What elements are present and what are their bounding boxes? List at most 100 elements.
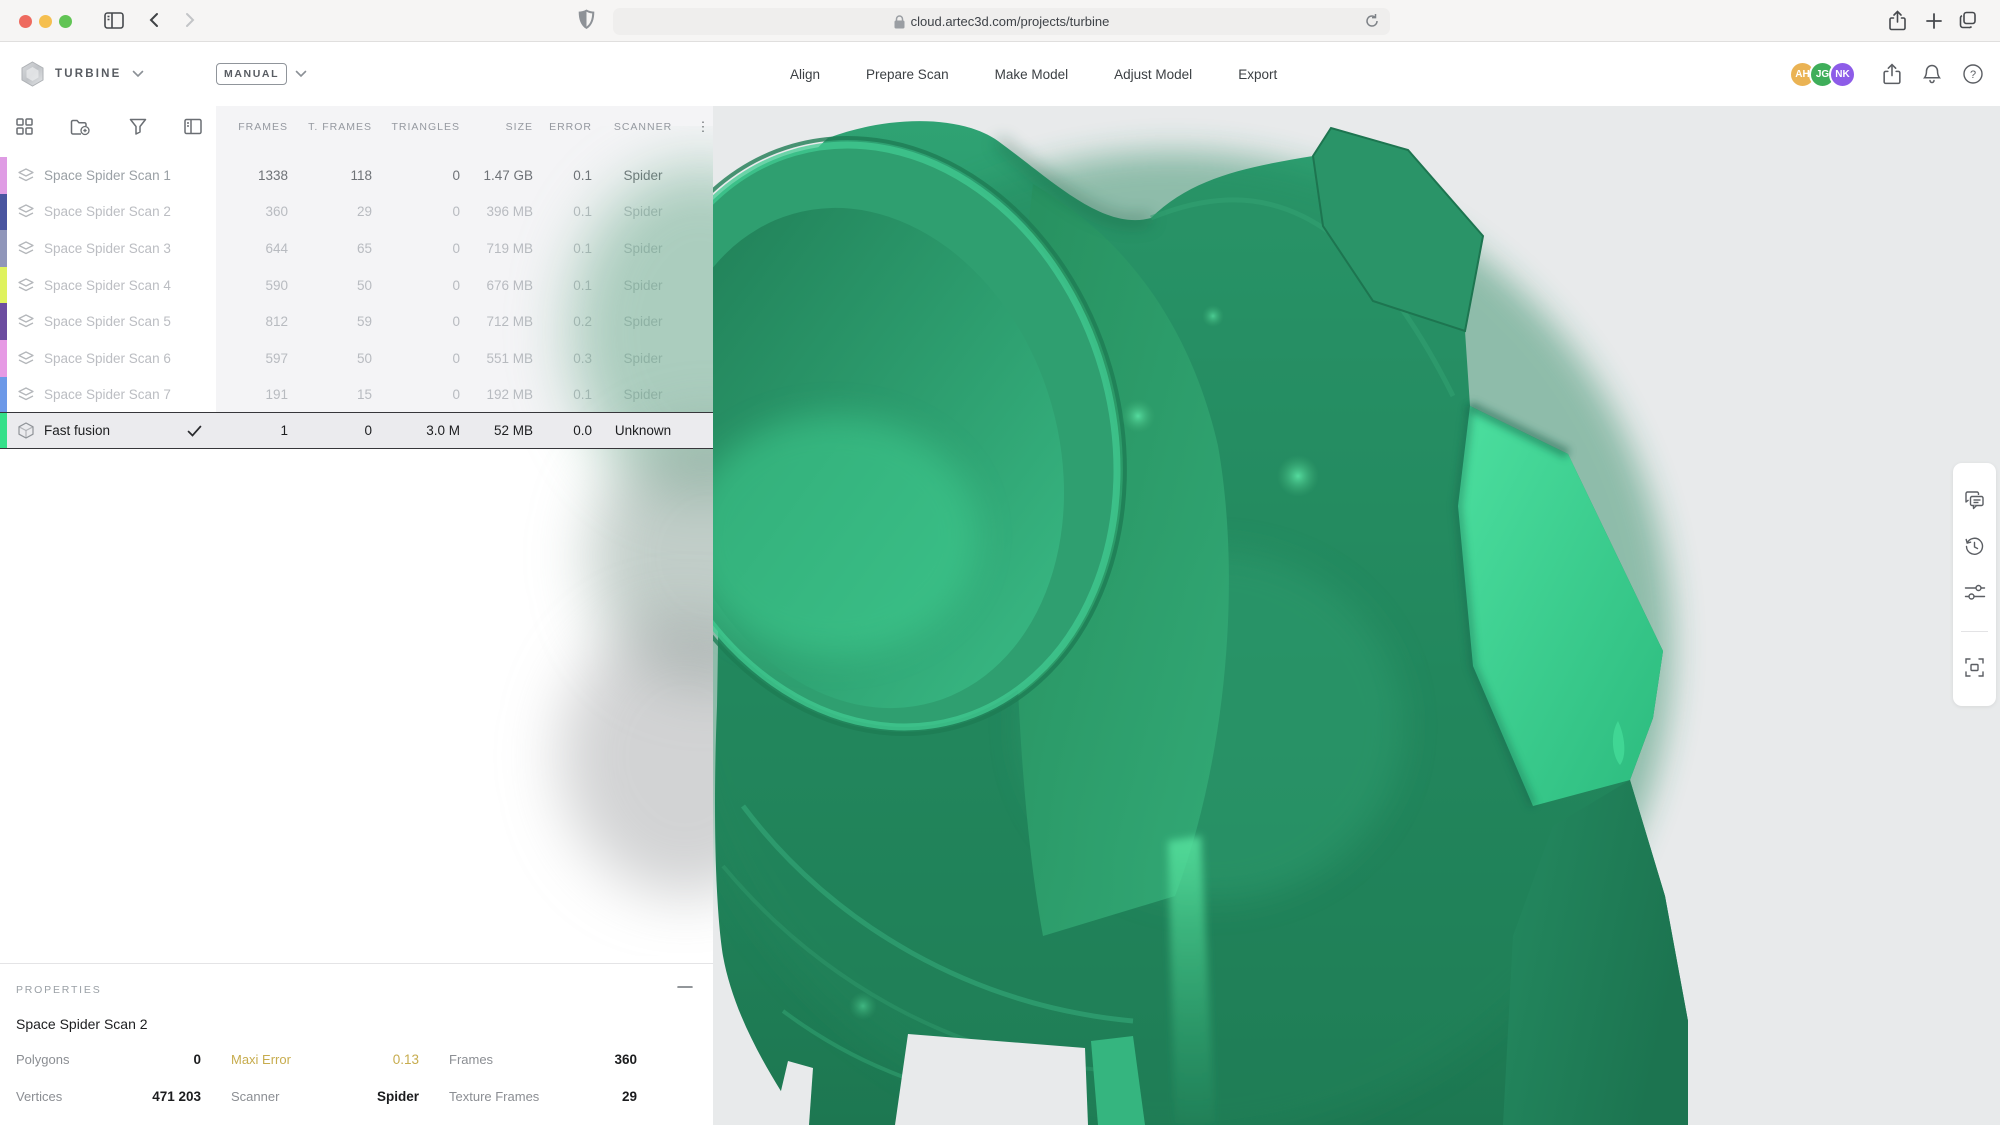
column-t-frames[interactable]: T. FRAMES bbox=[288, 121, 372, 133]
notifications-bell-icon[interactable] bbox=[1922, 63, 1942, 85]
window-zoom-button[interactable] bbox=[59, 15, 72, 28]
property-texture-frames: Texture Frames29 bbox=[449, 1089, 637, 1125]
table-row[interactable]: Space Spider Scan 6 597 50 0 551 MB 0.3 … bbox=[0, 340, 713, 377]
app-header-right: AH JG NK ? bbox=[1789, 42, 1984, 106]
panel-layout-icon[interactable] bbox=[184, 118, 202, 140]
history-icon[interactable] bbox=[1953, 529, 1996, 563]
cell-t-frames: 29 bbox=[288, 204, 372, 219]
menu-align[interactable]: Align bbox=[790, 67, 820, 82]
new-tab-icon[interactable] bbox=[1926, 13, 1942, 34]
cell-triangles: 0 bbox=[372, 278, 460, 293]
back-button[interactable] bbox=[148, 10, 160, 35]
scan-name: Space Spider Scan 7 bbox=[44, 387, 172, 402]
mode-selector[interactable]: MANUAL bbox=[216, 42, 307, 106]
property-vertices: Vertices471 203 bbox=[16, 1089, 201, 1125]
layers-icon bbox=[7, 168, 44, 183]
column-error[interactable]: ERROR bbox=[533, 121, 592, 133]
cell-t-frames: 65 bbox=[288, 241, 372, 256]
reload-icon[interactable] bbox=[1364, 13, 1380, 32]
cell-frames: 191 bbox=[216, 387, 288, 402]
cell-frames: 597 bbox=[216, 351, 288, 366]
help-icon[interactable]: ? bbox=[1962, 63, 1984, 85]
avatar[interactable]: NK bbox=[1829, 61, 1856, 88]
table-row[interactable]: Space Spider Scan 4 590 50 0 676 MB 0.1 … bbox=[0, 267, 713, 304]
column-triangles[interactable]: TRIANGLES bbox=[372, 121, 460, 133]
cell-t-frames: 0 bbox=[288, 423, 372, 438]
scan-name: Space Spider Scan 4 bbox=[44, 278, 172, 293]
privacy-shield-icon[interactable] bbox=[578, 9, 595, 35]
column-options-icon[interactable]: ⋮ bbox=[694, 119, 713, 135]
cell-scanner: Spider bbox=[592, 314, 694, 329]
forward-button[interactable] bbox=[184, 10, 196, 35]
filter-icon[interactable] bbox=[129, 118, 147, 140]
visibility-check-icon[interactable] bbox=[172, 425, 216, 437]
cell-triangles: 0 bbox=[372, 168, 460, 183]
collapse-panel-button[interactable] bbox=[677, 980, 693, 994]
address-bar[interactable]: cloud.artec3d.com/projects/turbine bbox=[613, 8, 1390, 35]
scan-name: Space Spider Scan 6 bbox=[44, 351, 172, 366]
share-project-icon[interactable] bbox=[1882, 63, 1902, 86]
cell-size: 551 MB bbox=[460, 351, 533, 366]
model-viewport[interactable] bbox=[713, 106, 2000, 1125]
chevron-down-icon bbox=[132, 70, 144, 78]
property-scanner: ScannerSpider bbox=[231, 1089, 419, 1125]
cell-triangles: 0 bbox=[372, 204, 460, 219]
properties-label: PROPERTIES bbox=[16, 984, 102, 996]
comments-icon[interactable] bbox=[1953, 483, 1996, 517]
menu-export[interactable]: Export bbox=[1238, 67, 1277, 82]
cell-scanner: Spider bbox=[592, 351, 694, 366]
property-maxi-error: Maxi Error0.13 bbox=[231, 1052, 419, 1089]
grid-view-icon[interactable] bbox=[16, 118, 33, 140]
project-logo-icon bbox=[20, 61, 45, 87]
scan-name: Space Spider Scan 1 bbox=[44, 168, 172, 183]
table-row[interactable]: Space Spider Scan 1 1338 118 0 1.47 GB 0… bbox=[0, 157, 713, 194]
cell-triangles: 0 bbox=[372, 314, 460, 329]
project-switcher[interactable]: TURBINE bbox=[20, 42, 144, 106]
toolbar-divider bbox=[1961, 631, 1988, 632]
menu-prepare-scan[interactable]: Prepare Scan bbox=[866, 67, 949, 82]
properties-panel: PROPERTIES Space Spider Scan 2 Polygons0… bbox=[0, 963, 713, 1125]
table-row[interactable]: Space Spider Scan 2 360 29 0 396 MB 0.1 … bbox=[0, 194, 713, 231]
table-row-selected[interactable]: Fast fusion 1 0 3.0 M 52 MB 0.0 Unknown bbox=[0, 412, 713, 449]
chevron-down-icon bbox=[295, 70, 307, 78]
share-icon[interactable] bbox=[1888, 10, 1907, 37]
table-row[interactable]: Space Spider Scan 7 191 15 0 192 MB 0.1 … bbox=[0, 377, 713, 414]
table-row[interactable]: Space Spider Scan 5 812 59 0 712 MB 0.2 … bbox=[0, 303, 713, 340]
menu-adjust-model[interactable]: Adjust Model bbox=[1114, 67, 1192, 82]
fit-view-icon[interactable] bbox=[1953, 650, 1996, 684]
cell-triangles: 0 bbox=[372, 387, 460, 402]
layers-icon bbox=[7, 351, 44, 366]
scan-color-bar bbox=[0, 157, 7, 194]
table-row[interactable]: Space Spider Scan 3 644 65 0 719 MB 0.1 … bbox=[0, 230, 713, 267]
scan-color-bar bbox=[0, 194, 7, 231]
cell-size: 192 MB bbox=[460, 387, 533, 402]
add-folder-icon[interactable] bbox=[70, 118, 90, 141]
window-minimize-button[interactable] bbox=[39, 15, 52, 28]
layers-icon bbox=[7, 241, 44, 256]
cell-error: 0.1 bbox=[533, 387, 592, 402]
cell-size: 52 MB bbox=[460, 423, 533, 438]
scan-color-bar bbox=[0, 377, 7, 414]
render-settings-icon[interactable] bbox=[1953, 575, 1996, 609]
cell-frames: 1338 bbox=[216, 168, 288, 183]
main-menu: Align Prepare Scan Make Model Adjust Mod… bbox=[790, 42, 1277, 106]
column-size[interactable]: SIZE bbox=[460, 121, 533, 133]
tab-overview-icon[interactable] bbox=[1958, 10, 1978, 35]
scan-color-bar bbox=[0, 267, 7, 304]
svg-text:?: ? bbox=[1970, 69, 1976, 81]
cell-triangles: 0 bbox=[372, 241, 460, 256]
column-scanner[interactable]: SCANNER bbox=[592, 121, 694, 133]
window-close-button[interactable] bbox=[19, 15, 32, 28]
layers-icon bbox=[7, 278, 44, 293]
scan-name: Fast fusion bbox=[44, 423, 172, 438]
browser-chrome: cloud.artec3d.com/projects/turbine bbox=[0, 0, 2000, 42]
cell-frames: 812 bbox=[216, 314, 288, 329]
menu-make-model[interactable]: Make Model bbox=[995, 67, 1069, 82]
cell-scanner: Spider bbox=[592, 278, 694, 293]
cell-size: 396 MB bbox=[460, 204, 533, 219]
cell-scanner: Spider bbox=[592, 387, 694, 402]
cell-triangles: 3.0 M bbox=[372, 423, 460, 438]
column-frames[interactable]: FRAMES bbox=[216, 121, 288, 133]
cell-scanner: Spider bbox=[592, 204, 694, 219]
sidebar-toggle-icon[interactable] bbox=[103, 10, 125, 35]
